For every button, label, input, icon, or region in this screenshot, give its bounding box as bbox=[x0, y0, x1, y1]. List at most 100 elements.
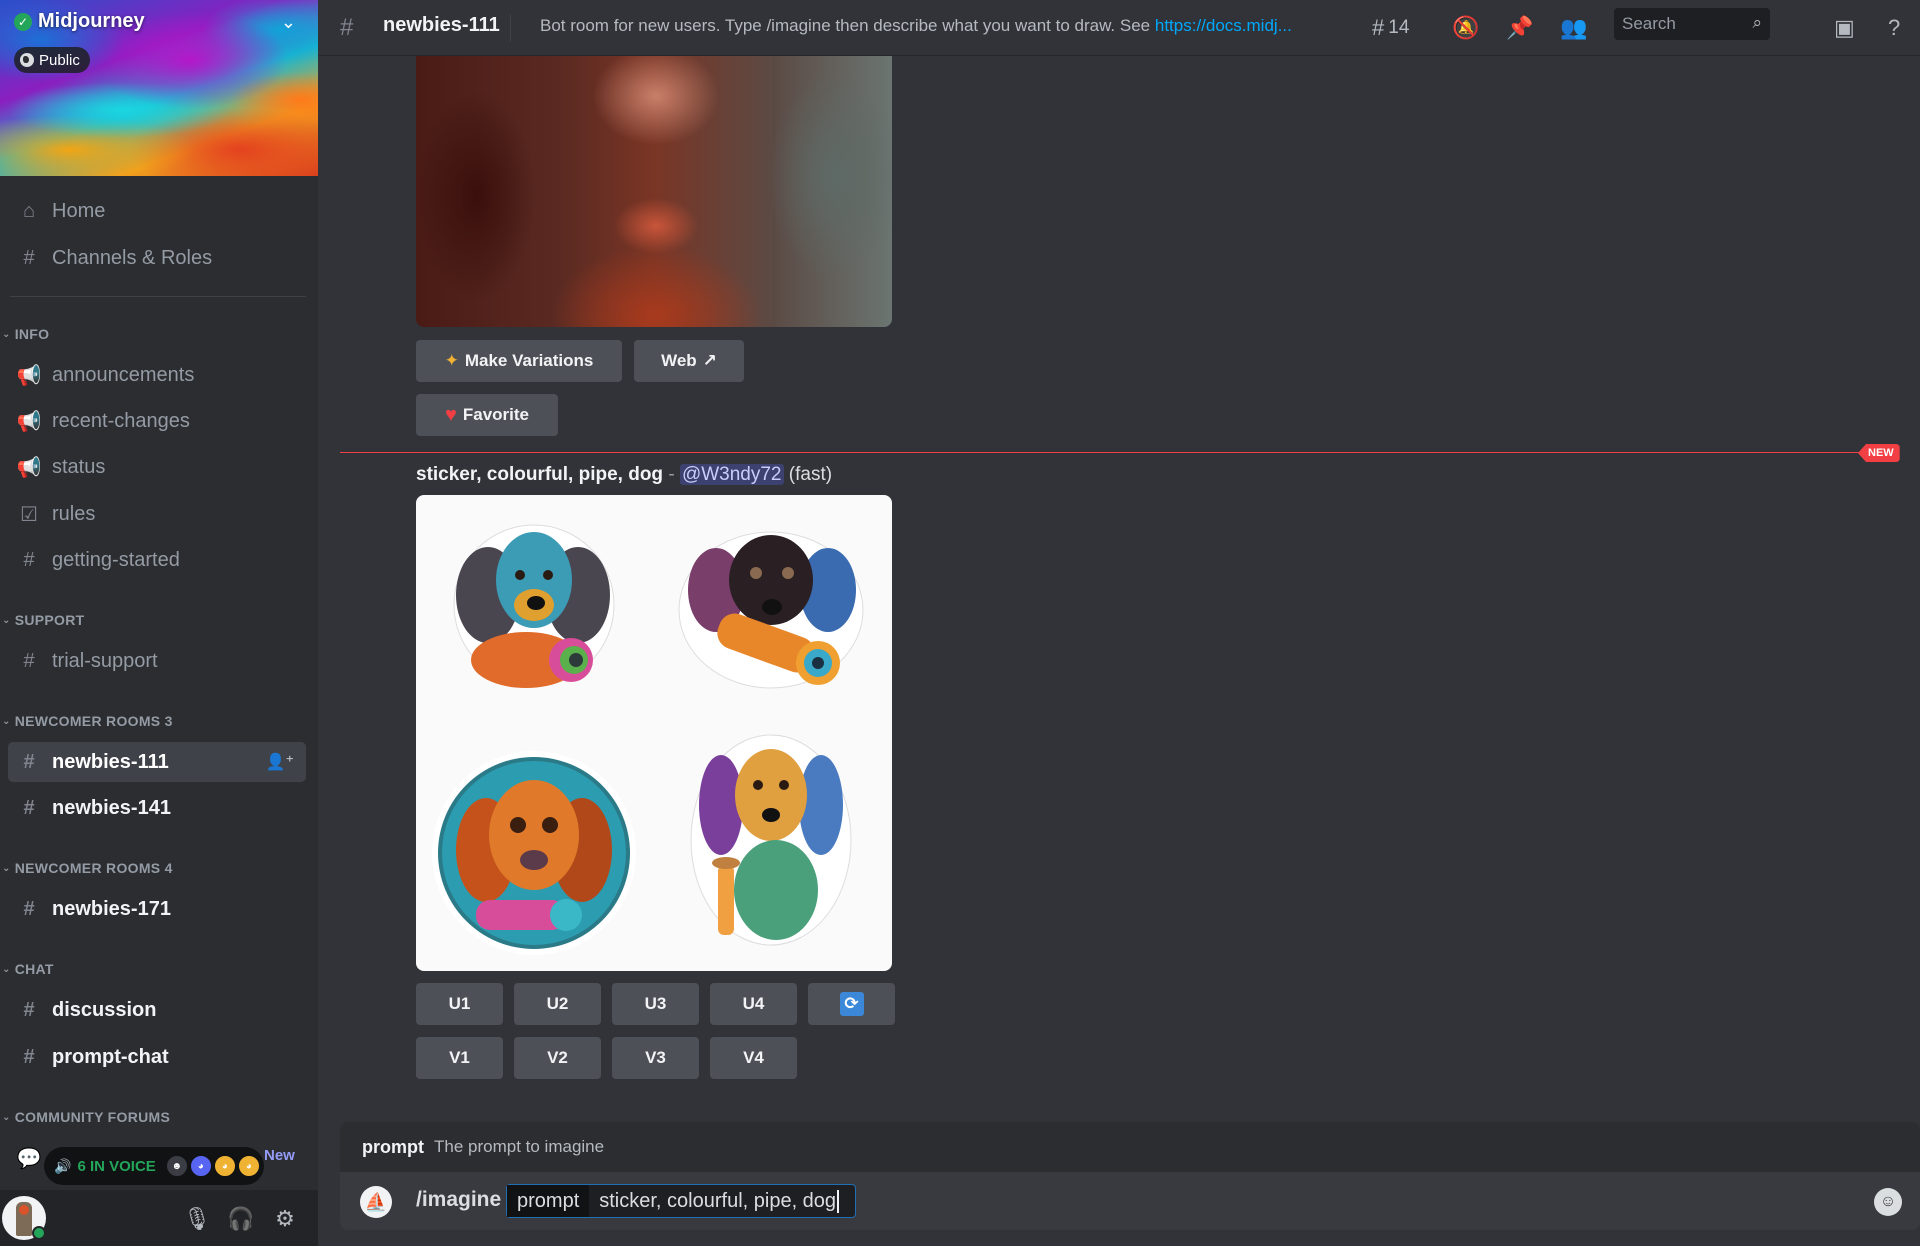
new-messages-divider bbox=[340, 452, 1860, 453]
upscale-button-3[interactable]: U3 bbox=[612, 983, 699, 1025]
mute-bell-icon[interactable]: 🔕 bbox=[1452, 13, 1479, 43]
variation-button-3[interactable]: V3 bbox=[612, 1037, 699, 1079]
private-thread-channel-icon: # bbox=[23, 796, 35, 819]
upscale-button-1[interactable]: U1 bbox=[416, 983, 503, 1025]
hash-icon: # bbox=[23, 649, 35, 672]
sticker-dog-3 bbox=[432, 751, 636, 955]
upscale-button-4[interactable]: U4 bbox=[710, 983, 797, 1025]
speaker-icon: 🔊 bbox=[54, 1157, 72, 1174]
private-thread-channel-icon: # bbox=[23, 750, 35, 773]
megaphone-icon: 📢 bbox=[16, 364, 42, 387]
channel-newbies-111[interactable]: # newbies-111 👤⁺ bbox=[8, 742, 306, 782]
slash-command-name: /imagine bbox=[416, 1188, 502, 1211]
sidebar-item-label: Channels & Roles bbox=[52, 246, 213, 269]
channel-trial-support[interactable]: # trial-support bbox=[8, 641, 306, 681]
sticker-dog-2 bbox=[678, 531, 864, 689]
thread-channel-icon: # bbox=[23, 1045, 35, 1068]
make-variations-button[interactable]: ✦ Make Variations bbox=[416, 340, 622, 382]
channel-announcements[interactable]: 📢 announcements bbox=[8, 355, 306, 395]
refresh-icon: ⟳ bbox=[839, 992, 864, 1016]
invite-user-icon[interactable]: 👤⁺ bbox=[266, 752, 294, 772]
prompt-option-input[interactable]: prompt sticker, colourful, pipe, dog bbox=[506, 1184, 856, 1218]
discord-app: ✓ Midjourney ⌄ Public ⌂ Home # Channels … bbox=[0, 0, 1920, 1246]
public-badge: Public bbox=[14, 47, 90, 73]
user-mention[interactable]: @W3ndy72 bbox=[679, 464, 784, 485]
new-messages-badge: NEW bbox=[1858, 444, 1900, 462]
search-icon: ⌕ bbox=[1752, 13, 1762, 32]
prompt-option-value[interactable]: sticker, colourful, pipe, dog bbox=[589, 1189, 840, 1213]
server-banner[interactable]: ✓ Midjourney ⌄ Public bbox=[0, 0, 318, 176]
channel-header: # newbies-111 Bot room for new users. Ty… bbox=[318, 0, 1920, 56]
public-label: Public bbox=[39, 51, 80, 69]
generated-image-portrait[interactable] bbox=[416, 56, 892, 327]
channel-getting-started[interactable]: # getting-started bbox=[8, 540, 306, 580]
variation-button-4[interactable]: V4 bbox=[710, 1037, 797, 1079]
chevron-down-icon[interactable]: ⌄ bbox=[281, 12, 296, 33]
variation-button-1[interactable]: V1 bbox=[416, 1037, 503, 1079]
upscale-button-2[interactable]: U2 bbox=[514, 983, 601, 1025]
sticker-grid-art bbox=[432, 524, 864, 955]
sidebar-item-channels-roles[interactable]: # Channels & Roles bbox=[8, 238, 306, 278]
external-link-icon: ↗ bbox=[702, 351, 717, 370]
web-link-button[interactable]: Web ↗ bbox=[634, 340, 744, 382]
member-list-icon[interactable]: 👥 bbox=[1560, 13, 1587, 43]
chevron-down-icon: ⌄ bbox=[2, 614, 11, 626]
server-name: Midjourney bbox=[38, 10, 145, 32]
voice-activity-overlay[interactable]: 🔊 6 IN VOICE ☻ ◕ ◕ ◕ bbox=[44, 1147, 264, 1185]
threads-count: 14 bbox=[1388, 17, 1410, 38]
sidebar-item-home[interactable]: ⌂ Home bbox=[8, 191, 306, 231]
voice-avatar: ☻ bbox=[165, 1155, 188, 1177]
category-info[interactable]: ⌄ INFO bbox=[2, 326, 49, 342]
variation-button-2[interactable]: V2 bbox=[514, 1037, 601, 1079]
channel-sidebar: ✓ Midjourney ⌄ Public ⌂ Home # Channels … bbox=[0, 0, 318, 1246]
channel-status[interactable]: 📢 status bbox=[8, 447, 306, 487]
category-newcomer-rooms-4[interactable]: ⌄ NEWCOMER ROOMS 4 bbox=[2, 860, 173, 876]
search-input[interactable]: Search ⌕ bbox=[1614, 8, 1770, 40]
megaphone-icon: 📢 bbox=[16, 456, 42, 479]
voice-count: 6 IN VOICE bbox=[77, 1157, 156, 1175]
sidebar-divider bbox=[10, 296, 306, 297]
option-name: prompt bbox=[362, 1136, 424, 1157]
help-icon[interactable]: ? bbox=[1888, 13, 1900, 43]
category-community-forums[interactable]: ⌄ COMMUNITY FORUMS bbox=[2, 1109, 170, 1125]
new-badge: New bbox=[264, 1147, 295, 1164]
prompt-option-label: prompt bbox=[507, 1185, 590, 1217]
settings-gear-icon[interactable]: ⚙ bbox=[272, 1206, 298, 1232]
channel-prompt-chat[interactable]: # prompt-chat bbox=[8, 1037, 306, 1077]
chevron-down-icon: ⌄ bbox=[2, 715, 11, 727]
message-prompt: sticker, colourful, pipe, dog bbox=[416, 464, 664, 485]
channel-newbies-141[interactable]: # newbies-141 bbox=[8, 788, 306, 828]
voice-avatar: ◕ bbox=[213, 1155, 236, 1177]
user-panel: 🎙 🎧 ⚙ bbox=[0, 1190, 318, 1246]
inbox-icon[interactable]: ▣ bbox=[1834, 13, 1855, 43]
channel-recent-changes[interactable]: 📢 recent-changes bbox=[8, 401, 306, 441]
rules-checkbox-icon: ☑ bbox=[20, 503, 38, 526]
topic-link[interactable]: https://docs.midj... bbox=[1155, 16, 1292, 35]
channel-discussion[interactable]: # discussion bbox=[8, 990, 306, 1030]
option-description: The prompt to imagine bbox=[434, 1137, 605, 1156]
emoji-picker-icon[interactable]: ☺ bbox=[1874, 1188, 1902, 1216]
headphones-icon[interactable]: 🎧 bbox=[227, 1206, 254, 1232]
generated-image-grid[interactable] bbox=[416, 495, 892, 971]
category-newcomer-rooms-3[interactable]: ⌄ NEWCOMER ROOMS 3 bbox=[2, 713, 173, 729]
threads-button[interactable]: # 14 bbox=[1372, 13, 1409, 43]
channel-rules[interactable]: ☑ rules bbox=[8, 494, 306, 534]
microphone-icon[interactable]: 🎙 bbox=[183, 1206, 211, 1232]
magic-wand-icon: ✦ bbox=[444, 351, 459, 370]
channel-newbies-171[interactable]: # newbies-171 bbox=[8, 889, 306, 929]
globe-icon bbox=[20, 53, 34, 67]
voice-avatar: ◕ bbox=[237, 1155, 260, 1177]
threads-icon: # bbox=[1372, 15, 1385, 40]
heart-icon: ♥ bbox=[444, 403, 457, 426]
hash-icon: # bbox=[23, 998, 35, 1021]
verified-icon: ✓ bbox=[14, 12, 32, 31]
pin-icon[interactable]: 📌 bbox=[1506, 13, 1533, 43]
chevron-down-icon: ⌄ bbox=[2, 862, 11, 874]
reroll-button[interactable]: ⟳ bbox=[808, 983, 895, 1025]
channel-title: newbies-111 bbox=[383, 14, 500, 36]
category-support[interactable]: ⌄ SUPPORT bbox=[2, 612, 84, 628]
server-header[interactable]: ✓ Midjourney bbox=[14, 10, 145, 33]
favorite-button[interactable]: ♥ Favorite bbox=[416, 394, 558, 436]
channel-topic[interactable]: Bot room for new users. Type /imagine th… bbox=[540, 16, 1292, 36]
category-chat[interactable]: ⌄ CHAT bbox=[2, 961, 54, 977]
